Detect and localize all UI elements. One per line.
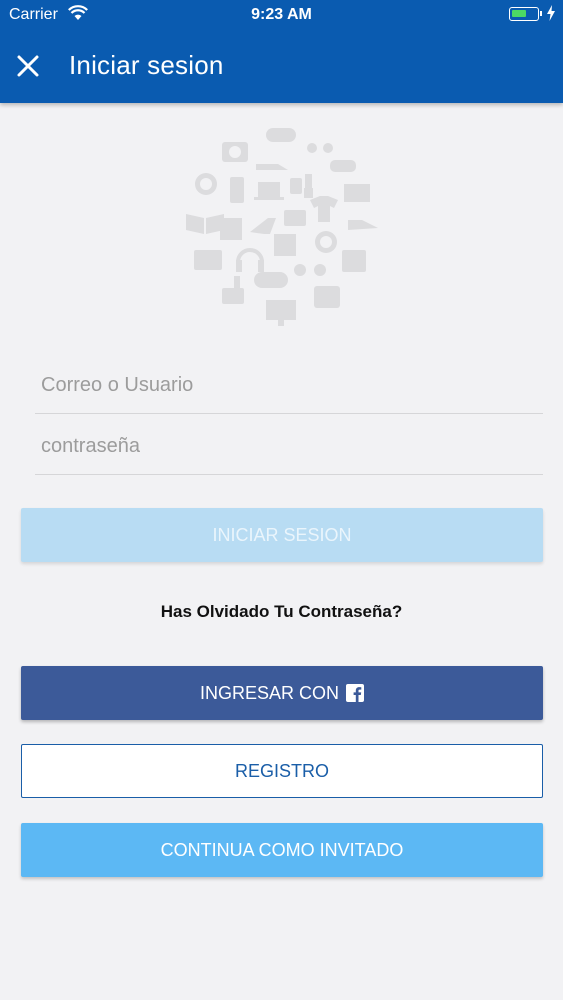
facebook-icon	[346, 684, 365, 702]
app-bar: Carrier 9:23 AM Iniciar sesion	[0, 0, 563, 103]
battery-icon	[509, 7, 542, 21]
guest-button[interactable]: CONTINUA COMO INVITADO	[21, 823, 543, 877]
close-icon[interactable]	[14, 52, 42, 80]
password-input[interactable]	[35, 418, 543, 474]
login-button-label: INICIAR SESION	[212, 524, 352, 545]
status-bar: Carrier 9:23 AM	[0, 0, 563, 30]
facebook-login-button[interactable]: INGRESAR CON	[21, 666, 543, 720]
shopping-illustration	[186, 128, 378, 326]
page-title: Iniciar sesion	[69, 50, 224, 80]
login-button[interactable]: INICIAR SESION	[21, 508, 543, 562]
status-time: 9:23 AM	[251, 6, 312, 23]
register-button[interactable]: REGISTRO	[21, 744, 543, 798]
password-field[interactable]	[35, 418, 543, 475]
charging-icon	[547, 5, 555, 21]
user-input[interactable]	[35, 357, 543, 413]
user-field[interactable]	[35, 357, 543, 414]
guest-button-label: CONTINUA COMO INVITADO	[160, 839, 404, 860]
register-button-label: REGISTRO	[234, 760, 329, 781]
forgot-password-link[interactable]: Has Olvidado Tu Contraseña?	[0, 602, 563, 622]
facebook-button-label: INGRESAR CON	[199, 682, 340, 703]
